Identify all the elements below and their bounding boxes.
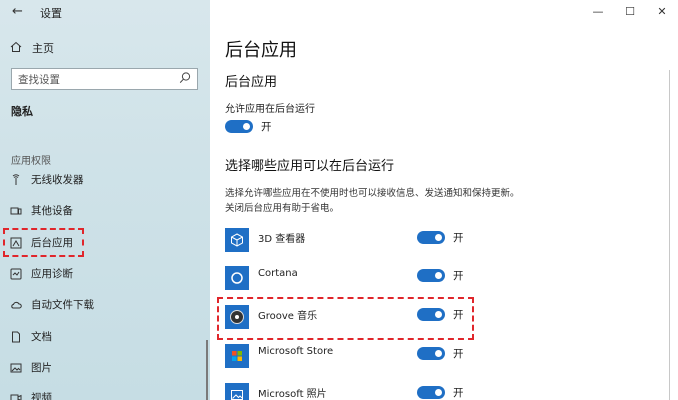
app-toggle[interactable] xyxy=(417,347,445,360)
section-title: 后台应用 xyxy=(225,75,278,90)
app-row: 3D 查看器 开 xyxy=(225,228,475,256)
app-toggle[interactable] xyxy=(417,386,445,399)
sidebar-item-label: 应用诊断 xyxy=(31,268,73,280)
photos-icon xyxy=(225,383,249,400)
app-row: Groove 音乐 开 xyxy=(225,305,475,333)
window-controls: — ☐ ✕ xyxy=(582,0,678,22)
document-icon xyxy=(10,331,22,343)
sidebar-item-documents[interactable]: 文档 xyxy=(10,329,52,344)
sidebar-item-label: 视频 xyxy=(31,392,52,400)
sidebar-item-label: 后台应用 xyxy=(31,237,73,249)
sidebar-home[interactable]: 主页 xyxy=(10,40,54,56)
search-placeholder: 查找设置 xyxy=(18,73,60,86)
toggle-state-label: 开 xyxy=(453,270,464,282)
allow-background-toggle[interactable] xyxy=(225,120,253,133)
app-row: Cortana 开 xyxy=(225,266,475,294)
app-toggle-row: 开 xyxy=(417,230,464,245)
app-row: Microsoft Store 开 xyxy=(225,344,475,372)
allow-background-toggle-row: 开 xyxy=(225,119,272,134)
cortana-icon xyxy=(225,266,249,290)
home-icon xyxy=(10,41,22,56)
toggle-state-label: 开 xyxy=(453,232,464,244)
sidebar-home-label: 主页 xyxy=(32,42,54,55)
allow-background-label: 允许应用在后台运行 xyxy=(225,104,315,115)
sidebar-item-background-apps[interactable]: 后台应用 xyxy=(3,228,84,257)
toggle-state-label: 开 xyxy=(453,309,464,321)
sidebar-item-label: 图片 xyxy=(31,362,52,374)
toggle-state-label: 开 xyxy=(453,387,464,399)
antenna-icon xyxy=(10,173,22,186)
toggle-state-label: 开 xyxy=(453,348,464,360)
app-toggle[interactable] xyxy=(417,308,445,321)
background-apps-icon xyxy=(10,237,22,249)
sidebar-group-title: 应用权限 xyxy=(11,156,51,167)
app-toggle[interactable] xyxy=(417,269,445,282)
window-title: 设置 xyxy=(40,7,62,20)
diagnostics-icon xyxy=(10,268,22,280)
app-name: 3D 查看器 xyxy=(258,234,306,245)
sidebar-item-label: 自动文件下载 xyxy=(31,299,94,311)
close-button[interactable]: ✕ xyxy=(646,0,678,22)
app-toggle-row: 开 xyxy=(417,268,464,283)
app-name: Microsoft Store xyxy=(258,346,334,357)
sidebar-item-pictures[interactable]: 图片 xyxy=(10,360,52,375)
app-toggle-row: 开 xyxy=(417,385,464,400)
sidebar-section-title: 隐私 xyxy=(11,105,33,118)
video-icon xyxy=(10,392,22,400)
picture-icon xyxy=(10,362,22,374)
devices-icon xyxy=(10,205,22,217)
app-name: Microsoft 照片 xyxy=(258,389,327,400)
3d-viewer-icon xyxy=(225,228,249,252)
main-scrollbar[interactable] xyxy=(669,70,670,400)
store-icon xyxy=(225,344,249,368)
maximize-button[interactable]: ☐ xyxy=(614,0,646,22)
section-title: 选择哪些应用可以在后台运行 xyxy=(225,159,395,174)
sidebar-item-other-devices[interactable]: 其他设备 xyxy=(10,203,73,218)
back-arrow-icon[interactable]: ← xyxy=(12,4,23,19)
cloud-icon xyxy=(10,299,22,311)
app-toggle[interactable] xyxy=(417,231,445,244)
sidebar: ← 设置 主页 查找设置 隐私 应用权限 无线收发器 其他设备 后台应用 应用诊… xyxy=(0,0,210,400)
sidebar-item-app-diagnostics[interactable]: 应用诊断 xyxy=(10,266,73,281)
app-row: Microsoft 照片 开 xyxy=(225,383,475,400)
sidebar-item-label: 无线收发器 xyxy=(31,174,84,186)
sidebar-item-auto-file-download[interactable]: 自动文件下载 xyxy=(10,297,94,312)
app-name: Groove 音乐 xyxy=(258,311,318,322)
sidebar-item-radios[interactable]: 无线收发器 xyxy=(10,172,84,187)
sidebar-item-label: 其他设备 xyxy=(31,205,73,217)
app-toggle-row: 开 xyxy=(417,346,464,361)
description-text: 选择允许哪些应用在不使用时也可以接收信息、发送通知和保持更新。关闭后台应用有助于… xyxy=(225,188,520,214)
main-panel: — ☐ ✕ 后台应用 后台应用 允许应用在后台运行 开 选择哪些应用可以在后台运… xyxy=(210,0,678,400)
app-name: Cortana xyxy=(258,268,298,279)
search-icon[interactable] xyxy=(179,71,191,88)
app-toggle-row: 开 xyxy=(417,307,464,322)
toggle-state-label: 开 xyxy=(261,121,272,133)
sidebar-scrollbar[interactable] xyxy=(206,340,208,400)
sidebar-item-label: 文档 xyxy=(31,331,52,343)
sidebar-item-videos[interactable]: 视频 xyxy=(10,390,52,400)
search-input[interactable]: 查找设置 xyxy=(11,68,198,90)
page-title: 后台应用 xyxy=(225,40,297,61)
groove-music-icon xyxy=(225,305,249,329)
minimize-button[interactable]: — xyxy=(582,0,614,22)
